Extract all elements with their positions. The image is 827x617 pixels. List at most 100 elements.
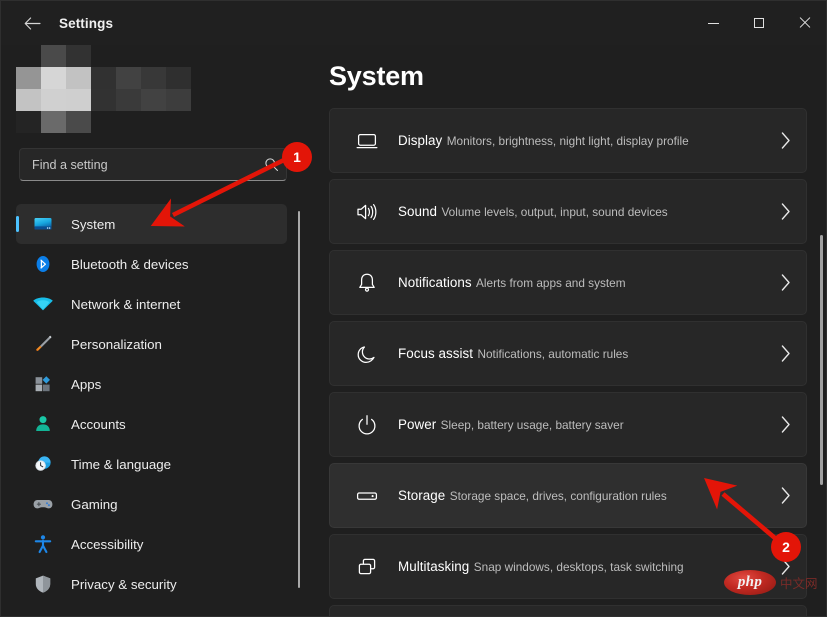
card-power[interactable]: Power Sleep, battery usage, battery save… [329, 392, 807, 457]
redacted-tile [41, 89, 66, 111]
redacted-tile [16, 89, 41, 111]
redacted-tile [66, 89, 91, 111]
sidebar-item-label: Accessibility [71, 536, 144, 552]
sidebar-item-bluetooth-devices[interactable]: Bluetooth & devices [16, 244, 287, 284]
redacted-tile [16, 67, 41, 89]
redacted-tile [66, 111, 91, 133]
sidebar-item-label: Network & internet [71, 296, 181, 312]
card-title: Focus assist [398, 345, 474, 361]
sidebar-item-gaming[interactable]: Gaming [16, 484, 287, 524]
chevron-right-icon[interactable] [764, 202, 806, 221]
annotation-badge-2: 2 [771, 532, 801, 562]
card-sound[interactable]: Sound Volume levels, output, input, soun… [329, 179, 807, 244]
redacted-tile [66, 45, 91, 67]
redacted-tile [16, 111, 41, 133]
sidebar-item-system[interactable]: System [16, 204, 287, 244]
maximize-button[interactable] [736, 1, 782, 45]
back-button[interactable] [15, 8, 49, 38]
drive-icon [344, 484, 390, 508]
sidebar-item-label: System [71, 216, 116, 232]
bluetooth-icon [29, 250, 57, 278]
chevron-right-icon[interactable] [764, 273, 806, 292]
minimize-button[interactable] [690, 1, 736, 45]
chevron-right-icon[interactable] [764, 131, 806, 150]
search-box[interactable] [19, 148, 287, 181]
close-button[interactable] [782, 1, 826, 45]
card-text: Display Monitors, brightness, night ligh… [398, 132, 764, 150]
sidebar-item-personalization[interactable]: Personalization [16, 324, 287, 364]
card-display[interactable]: Display Monitors, brightness, night ligh… [329, 108, 807, 173]
watermark-brand: php [737, 574, 763, 590]
watermark-suffix: 中文网 [780, 576, 818, 591]
card-focus-assist[interactable]: Focus assist Notifications, automatic ru… [329, 321, 807, 386]
close-icon [799, 17, 811, 29]
redacted-tile [166, 67, 191, 89]
paintbrush-icon [29, 330, 57, 358]
accessibility-icon [29, 530, 57, 558]
redacted-tile [41, 111, 66, 133]
clock-globe-icon [29, 450, 57, 478]
apps-grid-icon [29, 370, 57, 398]
shield-icon [29, 570, 57, 598]
sidebar-item-label: Privacy & security [71, 576, 177, 592]
back-arrow-icon [24, 16, 41, 30]
sidebar-item-time-language[interactable]: Time & language [16, 444, 287, 484]
app-title: Settings [59, 15, 114, 31]
sidebar-item-label: Accounts [71, 416, 126, 432]
card-text: Focus assist Notifications, automatic ru… [398, 345, 764, 363]
annotation-badge-1: 1 [282, 142, 312, 172]
card-title: Storage [398, 487, 446, 503]
redacted-tile [141, 89, 166, 111]
redacted-tile [91, 89, 116, 111]
card-subtitle: Volume levels, output, input, sound devi… [441, 204, 668, 219]
search-input[interactable] [20, 157, 256, 172]
sidebar-item-accounts[interactable]: Accounts [16, 404, 287, 444]
wifi-icon [29, 290, 57, 318]
redacted-tile [116, 67, 141, 89]
redacted-tile [166, 89, 191, 111]
sidebar-item-label: Bluetooth & devices [71, 256, 189, 272]
bell-icon [344, 271, 390, 295]
page-title: System [329, 61, 424, 91]
settings-window: Settings Find a setting System Bluetooth… [0, 0, 827, 617]
redacted-tile [41, 45, 66, 67]
card-subtitle: Notifications, automatic rules [477, 346, 629, 361]
card-text: Notifications Alerts from apps and syste… [398, 274, 764, 292]
windows-stack-icon [344, 555, 390, 579]
watermark-logo: php [724, 570, 776, 595]
title-bar: Settings [1, 1, 826, 45]
card-partial-next[interactable] [329, 605, 807, 616]
sidebar: System Bluetooth & devices [1, 45, 313, 616]
window-controls [690, 1, 826, 45]
sidebar-scrollbar[interactable] [298, 211, 300, 588]
main-content: System Display Monitors, brightness, nig… [313, 45, 826, 616]
sidebar-nav: System Bluetooth & devices Network & int… [1, 204, 313, 604]
sidebar-item-network-internet[interactable]: Network & internet [16, 284, 287, 324]
card-notifications[interactable]: Notifications Alerts from apps and syste… [329, 250, 807, 315]
sidebar-item-apps[interactable]: Apps [16, 364, 287, 404]
moon-icon [344, 342, 390, 366]
main-scrollbar[interactable] [820, 235, 823, 485]
card-text: Storage Storage space, drives, configura… [398, 487, 764, 505]
card-text: Sound Volume levels, output, input, soun… [398, 203, 764, 221]
site-watermark: php 中文网 [724, 570, 818, 595]
card-title: Notifications [398, 274, 472, 290]
chevron-right-icon[interactable] [764, 415, 806, 434]
card-storage[interactable]: Storage Storage space, drives, configura… [329, 463, 807, 528]
sidebar-item-label: Apps [71, 376, 102, 392]
redacted-tile [91, 67, 116, 89]
settings-card-list: Display Monitors, brightness, night ligh… [329, 108, 807, 616]
chevron-right-icon[interactable] [764, 486, 806, 505]
card-subtitle: Storage space, drives, configuration rul… [449, 488, 667, 503]
card-subtitle: Alerts from apps and system [476, 275, 626, 290]
redacted-tile [116, 89, 141, 111]
chevron-right-icon[interactable] [764, 344, 806, 363]
monitor-outline-icon [344, 129, 390, 153]
sidebar-item-label: Personalization [71, 336, 162, 352]
monitor-icon [29, 210, 57, 238]
redacted-tile [41, 67, 66, 89]
sidebar-item-accessibility[interactable]: Accessibility [16, 524, 287, 564]
card-text: Power Sleep, battery usage, battery save… [398, 416, 764, 434]
sidebar-item-privacy-security[interactable]: Privacy & security [16, 564, 287, 604]
card-title: Sound [398, 203, 437, 219]
